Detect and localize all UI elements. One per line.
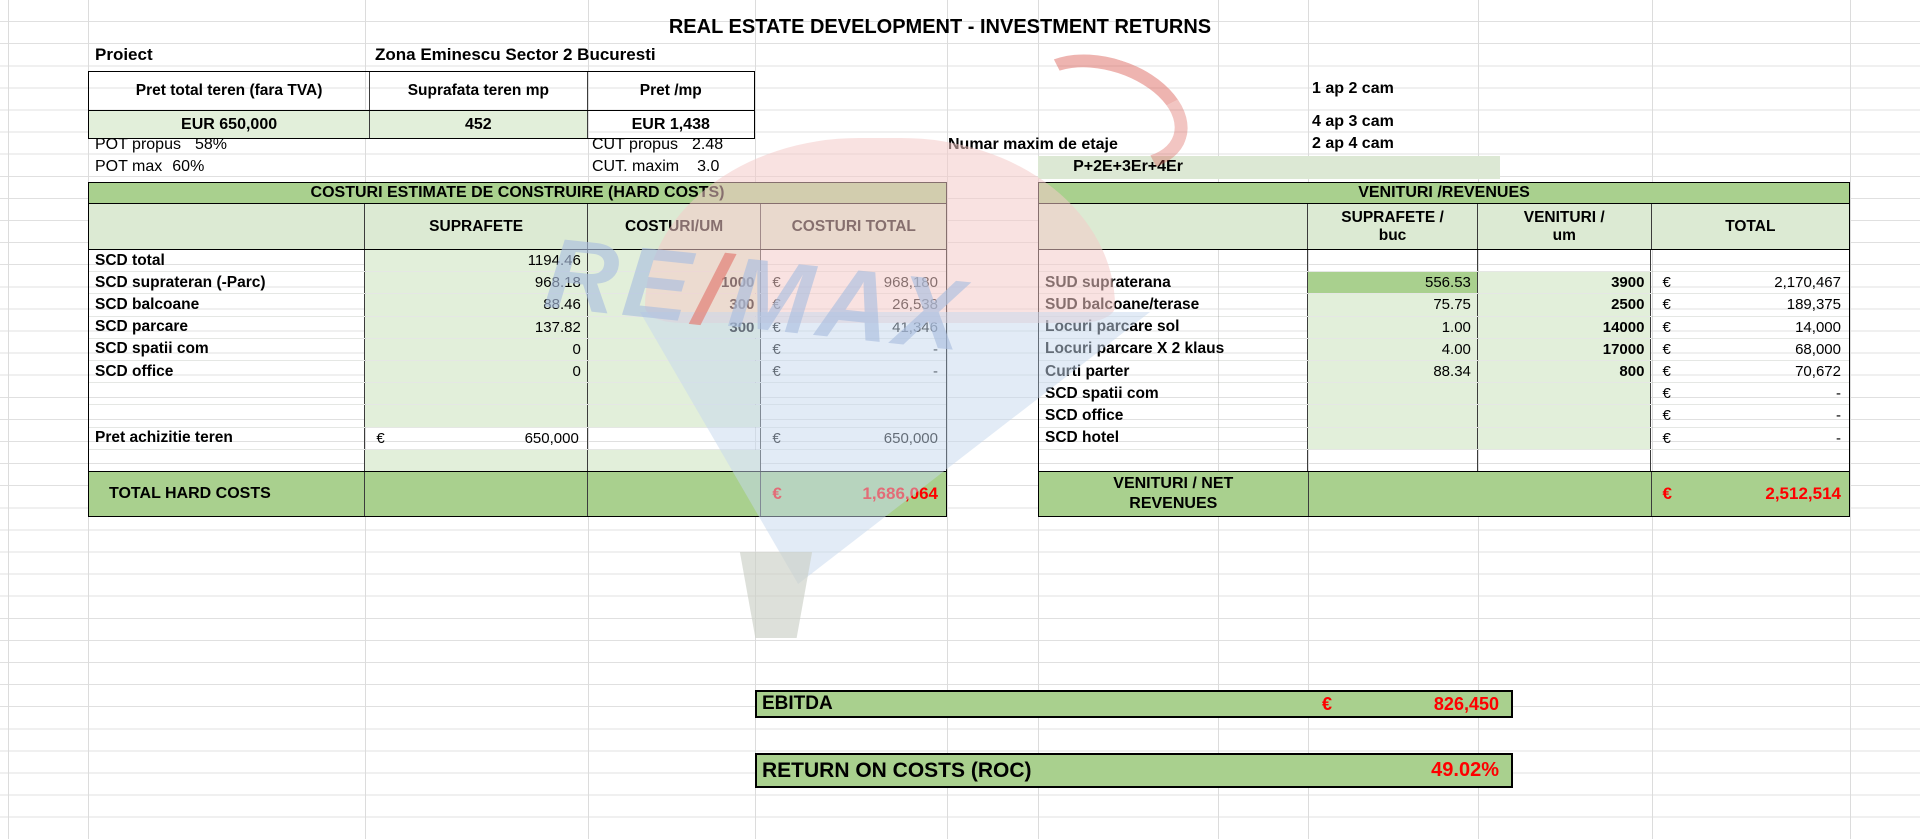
revenues-title[interactable]: VENITURI /REVENUES <box>1039 183 1849 204</box>
pot-propus[interactable]: POT propus58% <box>95 136 227 154</box>
total-hard-costs-value[interactable]: €1,686,064 <box>761 472 946 516</box>
project-label: Proiect <box>95 45 153 65</box>
table-row: SUD balcoane/terase 75.75 2500 €189,375 <box>1039 294 1849 316</box>
floors-label[interactable]: Numar maxim de etaje <box>948 136 1118 154</box>
roc-label: RETURN ON COSTS (ROC) <box>757 759 1032 783</box>
euro-sign: € <box>1662 407 1670 424</box>
table-row: Locuri parcare sol 1.00 14000 €14,000 <box>1039 317 1849 339</box>
euro-sign: € <box>1662 385 1670 402</box>
table-row: SCD total 1194.46 <box>89 250 946 272</box>
roc-row[interactable]: RETURN ON COSTS (ROC) 49.02% <box>755 753 1513 788</box>
net-revenues-value[interactable]: €2,512,514 <box>1652 472 1849 516</box>
euro-sign: € <box>1662 363 1670 380</box>
euro-sign: € <box>1662 274 1670 291</box>
land-header-price-sqm[interactable]: Pret /mp <box>588 72 755 110</box>
table-row: Locuri parcare X 2 klaus 4.00 17000 €68,… <box>1039 339 1849 361</box>
hard-costs-header-suprafete[interactable]: SUPRAFETE <box>365 204 587 249</box>
revenues-header-blank[interactable] <box>1039 204 1308 249</box>
hard-costs-header-costuri-total[interactable]: COSTURI TOTAL <box>761 204 946 249</box>
hard-costs-header-blank[interactable] <box>89 204 365 249</box>
net-revenues-label[interactable]: VENITURI / NET REVENUES <box>1039 472 1309 516</box>
euro-sign: € <box>1662 319 1670 336</box>
table-row: SCD suprateran (-Parc) 968.18 1000 €968,… <box>89 272 946 294</box>
table-row: SCD parcare 137.82 300 €41,346 <box>89 317 946 339</box>
cut-maxim[interactable]: CUT. maxim3.0 <box>592 158 719 176</box>
table-row: Pret achizitie teren €650,000 €650,000 <box>89 428 946 450</box>
table-row: SCD spatii com €- <box>1039 383 1849 405</box>
table-row <box>1039 450 1849 472</box>
table-row <box>89 405 946 427</box>
hard-costs-header-costuri-um[interactable]: COSTURI/UM <box>588 204 762 249</box>
euro-sign: € <box>376 430 384 447</box>
floors-value[interactable]: P+2E+3Er+4Er <box>1038 158 1218 176</box>
table-row: SCD office €- <box>1039 405 1849 427</box>
total-hard-costs-label[interactable]: TOTAL HARD COSTS <box>89 472 365 516</box>
euro-sign: € <box>1662 296 1670 313</box>
euro-sign: € <box>1322 694 1332 715</box>
land-surface-value[interactable]: 452 <box>370 111 587 138</box>
page-title: REAL ESTATE DEVELOPMENT - INVESTMENT RET… <box>440 16 1440 39</box>
table-row <box>89 450 946 472</box>
apartments-2cam[interactable]: 1 ap 2 cam <box>1312 80 1394 98</box>
hard-costs-table: COSTURI ESTIMATE DE CONSTRUIRE (HARD COS… <box>88 182 947 517</box>
table-row <box>89 383 946 405</box>
ebitda-label: EBITDA <box>757 693 833 715</box>
roc-value: 49.02% <box>1431 759 1499 782</box>
revenues-header-row: SUPRAFETE / buc VENITURI / um TOTAL <box>1039 204 1849 250</box>
hard-costs-title[interactable]: COSTURI ESTIMATE DE CONSTRUIRE (HARD COS… <box>89 183 946 204</box>
euro-sign: € <box>1662 430 1670 447</box>
gridline <box>8 0 9 839</box>
land-header-price-total[interactable]: Pret total teren (fara TVA) <box>89 72 370 110</box>
ebitda-row[interactable]: EBITDA € 826,450 <box>755 690 1513 718</box>
table-row <box>1039 250 1849 272</box>
table-row: SCD office 0 €- <box>89 361 946 383</box>
land-table-header: Pret total teren (fara TVA) Suprafata te… <box>89 72 754 111</box>
table-row: SCD spatii com 0 €- <box>89 339 946 361</box>
hard-costs-header-row: SUPRAFETE COSTURI/UM COSTURI TOTAL <box>89 204 946 250</box>
euro-sign: € <box>772 319 780 336</box>
euro-sign: € <box>772 274 780 291</box>
revenues-header-venituri-um[interactable]: VENITURI / um <box>1478 204 1652 249</box>
land-price-total-value[interactable]: EUR 650,000 <box>89 111 370 138</box>
table-row: SUD supraterana 556.53 3900 €2,170,467 <box>1039 272 1849 294</box>
revenues-header-suprafete-buc[interactable]: SUPRAFETE / buc <box>1308 204 1478 249</box>
balloon-basket-icon <box>733 552 819 638</box>
net-revenues-total-row: VENITURI / NET REVENUES €2,512,514 <box>1039 472 1849 516</box>
table-row: Curti parter 88.34 800 €70,672 <box>1039 361 1849 383</box>
hard-costs-total-row: TOTAL HARD COSTS €1,686,064 <box>89 472 946 516</box>
project-value[interactable]: Zona Eminescu Sector 2 Bucuresti <box>375 45 656 65</box>
revenues-table: VENITURI /REVENUES SUPRAFETE / buc VENIT… <box>1038 182 1850 517</box>
table-row: SCD hotel €- <box>1039 428 1849 450</box>
cut-propus[interactable]: CUT propus2.48 <box>592 136 723 154</box>
euro-sign: € <box>772 430 780 447</box>
gridline <box>1850 0 1851 839</box>
euro-sign: € <box>772 484 781 504</box>
land-price-sqm-value[interactable]: EUR 1,438 <box>588 111 755 138</box>
revenues-header-total[interactable]: TOTAL <box>1652 204 1849 249</box>
euro-sign: € <box>772 296 780 313</box>
euro-sign: € <box>772 341 780 358</box>
euro-sign: € <box>1662 341 1670 358</box>
apartments-3cam[interactable]: 4 ap 3 cam <box>1312 113 1394 131</box>
land-header-surface[interactable]: Suprafata teren mp <box>370 72 587 110</box>
pot-max[interactable]: POT max60% <box>95 158 204 176</box>
euro-sign: € <box>772 363 780 380</box>
ebitda-value: 826,450 <box>1434 694 1499 715</box>
spreadsheet-canvas: REAL ESTATE DEVELOPMENT - INVESTMENT RET… <box>0 0 1920 839</box>
land-price-table: Pret total teren (fara TVA) Suprafata te… <box>88 71 755 139</box>
land-table-values: EUR 650,000 452 EUR 1,438 <box>89 111 754 138</box>
table-row: SCD balcoane 88.46 300 €26,538 <box>89 294 946 316</box>
apartments-4cam[interactable]: 2 ap 4 cam <box>1312 135 1394 153</box>
euro-sign: € <box>1663 484 1672 504</box>
